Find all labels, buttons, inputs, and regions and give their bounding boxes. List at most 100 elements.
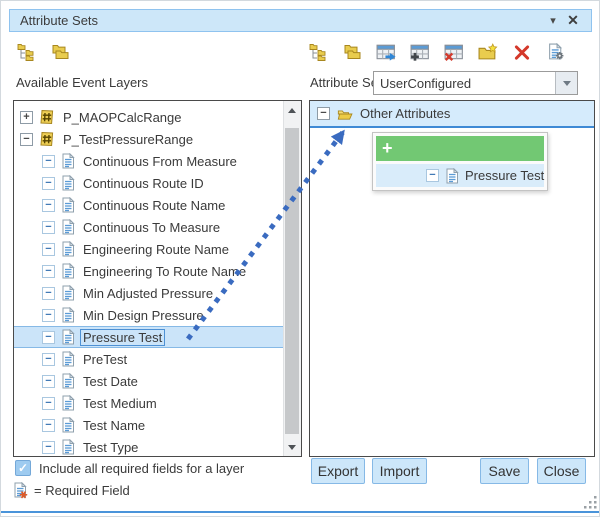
- save-button[interactable]: Save: [480, 458, 529, 484]
- collapse-icon[interactable]: −: [42, 243, 55, 256]
- field-document-icon: [61, 219, 75, 235]
- collapse-attribute-folders-button[interactable]: [341, 41, 363, 63]
- field-document-icon: [61, 153, 75, 169]
- attribute-set-options-button[interactable]: [545, 41, 567, 63]
- tree-item-layer[interactable]: −P_TestPressureRange: [14, 128, 284, 150]
- resize-grip[interactable]: [584, 496, 598, 510]
- table-x-icon: [444, 43, 464, 61]
- table-arrow-icon: [376, 43, 396, 61]
- attribute-set-panel: − Other Attributes + − Pressure Test: [309, 100, 595, 457]
- tree-item-label: Engineering Route Name: [81, 242, 231, 257]
- attribute-set-toolbar: [307, 41, 567, 63]
- available-event-layers-label: Available Event Layers: [16, 75, 148, 90]
- tree-item-field-selected[interactable]: − Pressure Test: [14, 326, 284, 348]
- title-bar: Attribute Sets ▾ ✕: [9, 9, 592, 32]
- tree-item-field[interactable]: − Continuous From Measure: [14, 150, 284, 172]
- tree-item-label: Min Adjusted Pressure: [81, 286, 215, 301]
- tree-folders-icon: [16, 43, 36, 61]
- document-gear-icon: [546, 43, 566, 61]
- attribute-set-dropdown[interactable]: UserConfigured: [373, 71, 578, 95]
- tree-item-field[interactable]: − Engineering To Route Name: [14, 260, 284, 282]
- tree-item-field[interactable]: − Continuous Route ID: [14, 172, 284, 194]
- close-button[interactable]: Close: [537, 458, 586, 484]
- include-required-fields-row: ✓ Include all required fields for a laye…: [15, 460, 244, 476]
- drop-add-indicator: +: [376, 136, 544, 161]
- export-button[interactable]: Export: [311, 458, 365, 484]
- tree-item-layer[interactable]: + P_MAOPCalcRange: [14, 106, 284, 128]
- plus-icon: +: [382, 138, 393, 159]
- scroll-down-button[interactable]: [284, 439, 300, 455]
- collapse-icon[interactable]: −: [42, 397, 55, 410]
- attribute-sets-dialog: Attribute Sets ▾ ✕: [0, 0, 600, 517]
- add-event-table-button[interactable]: [409, 41, 431, 63]
- tree-item-label: Test Date: [81, 374, 140, 389]
- close-icon[interactable]: ✕: [563, 12, 583, 29]
- tree-item-label: P_MAOPCalcRange: [61, 110, 184, 125]
- collapse-icon[interactable]: −: [42, 309, 55, 322]
- folder-star-icon: [478, 43, 498, 61]
- field-document-icon: [61, 175, 75, 191]
- tree-item-field[interactable]: − Min Design Pressure: [14, 304, 284, 326]
- tree-item-field[interactable]: − Min Adjusted Pressure: [14, 282, 284, 304]
- collapse-icon[interactable]: −: [20, 133, 33, 146]
- tree-item-field[interactable]: − Test Date: [14, 370, 284, 392]
- expand-layer-tree-button[interactable]: [15, 41, 37, 63]
- folders-icon: [342, 43, 362, 61]
- tree-item-field[interactable]: − Test Name: [14, 414, 284, 436]
- field-document-icon: [61, 373, 75, 389]
- vertical-scrollbar[interactable]: [283, 101, 301, 456]
- collapse-icon[interactable]: −: [42, 265, 55, 278]
- window-bottom-edge: [1, 511, 599, 513]
- remove-event-table-button[interactable]: [443, 41, 465, 63]
- field-document-icon: [61, 197, 75, 213]
- new-attribute-set-button[interactable]: [477, 41, 499, 63]
- import-button[interactable]: Import: [372, 458, 427, 484]
- scroll-up-button[interactable]: [284, 102, 300, 118]
- tree-item-field[interactable]: − Continuous To Measure: [14, 216, 284, 238]
- tree-item-label: Continuous Route Name: [81, 198, 227, 213]
- collapse-icon[interactable]: −: [42, 177, 55, 190]
- tree-item-label: Continuous From Measure: [81, 154, 239, 169]
- tree-item-field[interactable]: − Engineering Route Name: [14, 238, 284, 260]
- required-field-legend: = Required Field: [13, 482, 130, 499]
- collapse-icon[interactable]: −: [42, 199, 55, 212]
- tree-item-label: Continuous To Measure: [81, 220, 222, 235]
- tree-item-label: Min Design Pressure: [81, 308, 206, 323]
- tree-item-field[interactable]: −PreTest: [14, 348, 284, 370]
- required-field-icon: [13, 482, 28, 499]
- tree-item-field[interactable]: − Continuous Route Name: [14, 194, 284, 216]
- field-document-icon: [61, 329, 75, 345]
- collapse-icon[interactable]: −: [42, 155, 55, 168]
- field-document-icon: [445, 168, 459, 184]
- collapse-layer-folders-button[interactable]: [49, 41, 71, 63]
- scrollbar-thumb[interactable]: [285, 128, 299, 434]
- collapse-icon[interactable]: −: [42, 287, 55, 300]
- collapse-icon[interactable]: −: [42, 375, 55, 388]
- delete-attribute-set-button[interactable]: [511, 41, 533, 63]
- field-document-icon: [61, 285, 75, 301]
- tree-item-field[interactable]: −Test Medium: [14, 392, 284, 414]
- expand-icon[interactable]: +: [20, 111, 33, 124]
- tree-item-label: Pressure Test: [81, 330, 164, 345]
- collapse-icon[interactable]: −: [42, 441, 55, 454]
- event-layer-icon: [39, 109, 55, 125]
- dropdown-button[interactable]: [555, 72, 577, 94]
- collapse-icon[interactable]: −: [42, 331, 55, 344]
- triangle-up-icon: [288, 108, 296, 113]
- window-menu-icon[interactable]: ▾: [543, 14, 563, 27]
- collapse-icon[interactable]: −: [317, 107, 330, 120]
- tree-item-label: Test Name: [81, 418, 147, 433]
- collapse-icon: −: [426, 169, 439, 182]
- collapse-icon[interactable]: −: [42, 221, 55, 234]
- collapse-icon[interactable]: −: [42, 419, 55, 432]
- other-attributes-row[interactable]: − Other Attributes: [310, 101, 594, 128]
- expand-attribute-tree-button[interactable]: [307, 41, 329, 63]
- dragged-item-row: − Pressure Test: [376, 164, 544, 187]
- other-attributes-label: Other Attributes: [360, 106, 450, 121]
- include-required-fields-checkbox[interactable]: ✓: [15, 460, 31, 476]
- tree-item-label: Continuous Route ID: [81, 176, 206, 191]
- tree-item-label: Engineering To Route Name: [81, 264, 248, 279]
- tree-item-field[interactable]: −Test Type: [14, 436, 284, 457]
- collapse-icon[interactable]: −: [42, 353, 55, 366]
- import-event-table-button[interactable]: [375, 41, 397, 63]
